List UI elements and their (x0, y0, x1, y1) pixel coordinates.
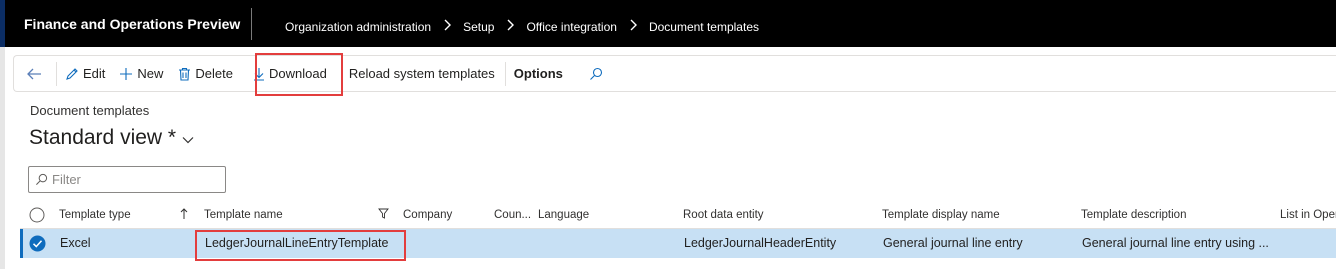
download-label: Download (269, 66, 327, 81)
filter-funnel-icon[interactable] (378, 208, 389, 222)
column-header-template-description[interactable]: Template description (1081, 209, 1186, 221)
edit-button[interactable]: Edit (65, 60, 105, 88)
cell-template-display-name[interactable]: General journal line entry (883, 236, 1023, 250)
select-all-checkbox[interactable] (29, 207, 45, 226)
grid-header: Template type Template name Company Coun… (20, 202, 1336, 229)
options-label: Options (513, 66, 563, 81)
row-selected-checkbox[interactable] (29, 235, 46, 255)
cell-root-data-entity[interactable]: LedgerJournalHeaderEntity (684, 236, 836, 250)
grid-empty-area (20, 258, 1336, 269)
action-pane-separator (504, 61, 506, 86)
column-header-root-data-entity[interactable]: Root data entity (683, 209, 764, 221)
app-title[interactable]: Finance and Operations Preview (24, 16, 240, 32)
new-label: New (137, 66, 164, 81)
cell-template-description[interactable]: General journal line entry using ... (1082, 236, 1269, 250)
new-button[interactable]: New (119, 60, 163, 88)
column-header-template-type[interactable]: Template type (59, 209, 131, 221)
breadcrumb: Organization administration Setup Office… (285, 19, 759, 34)
download-button[interactable]: Download (253, 60, 327, 88)
reload-label: Reload system templates (348, 66, 495, 81)
download-arrow-icon (253, 67, 265, 81)
search-icon (35, 173, 48, 186)
chevron-right-icon (506, 19, 515, 34)
table-row[interactable]: Excel LedgerJournalLineEntryTemplate Led… (20, 229, 1336, 258)
chevron-right-icon (629, 19, 637, 34)
form-caption: Document templates (30, 103, 150, 118)
sort-ascending-icon[interactable] (180, 208, 188, 223)
header-divider (251, 8, 252, 40)
edit-label: Edit (83, 66, 106, 81)
breadcrumb-item-setup[interactable]: Setup (463, 20, 494, 34)
column-header-company[interactable]: Company (403, 209, 452, 221)
column-header-template-name[interactable]: Template name (204, 209, 283, 221)
column-header-language[interactable]: Language (538, 209, 589, 221)
action-pane: Edit New Delete Download Reload system t… (13, 55, 1336, 92)
column-header-country[interactable]: Coun... (494, 209, 531, 221)
reload-system-templates-button[interactable]: Reload system templates (349, 60, 495, 88)
view-name: Standard view * (29, 126, 177, 149)
pencil-icon (65, 67, 79, 81)
breadcrumb-item-document-templates[interactable]: Document templates (649, 20, 759, 34)
navigation-pane-edge (0, 47, 5, 269)
chevron-right-icon (443, 19, 452, 34)
chevron-down-icon (182, 136, 194, 144)
action-search-button[interactable] (589, 60, 607, 88)
filter-input[interactable] (52, 172, 212, 187)
document-templates-grid: Template type Template name Company Coun… (20, 202, 1336, 258)
search-icon (589, 67, 603, 81)
cell-template-type[interactable]: Excel (60, 236, 91, 250)
breadcrumb-item-office-integration[interactable]: Office integration (526, 20, 617, 34)
column-header-template-display-name[interactable]: Template display name (882, 209, 1000, 221)
delete-label: Delete (195, 66, 233, 81)
cell-template-name[interactable]: LedgerJournalLineEntryTemplate (205, 236, 388, 250)
back-arrow-icon (26, 67, 42, 81)
plus-icon (119, 67, 133, 81)
delete-button[interactable]: Delete (178, 60, 233, 88)
back-button[interactable] (26, 60, 46, 88)
options-tab[interactable]: Options (514, 60, 563, 88)
top-navigation-bar: Finance and Operations Preview Organizat… (0, 0, 1336, 47)
accent-strip (0, 0, 5, 47)
view-selector[interactable]: Standard view * (29, 126, 194, 150)
action-pane-separator (56, 61, 57, 86)
column-header-list-in-office[interactable]: List in Oper (1280, 209, 1336, 221)
breadcrumb-item-organization-administration[interactable]: Organization administration (285, 20, 431, 34)
trash-icon (178, 67, 191, 81)
filter-field[interactable] (28, 166, 226, 193)
